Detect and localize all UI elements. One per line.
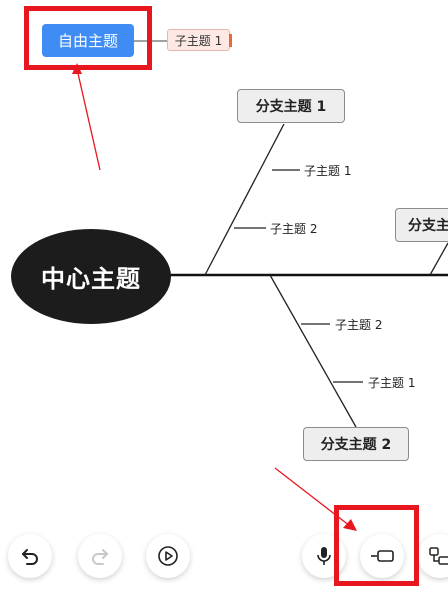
- play-icon: [158, 546, 178, 566]
- add-subtopic-icon: [429, 547, 448, 565]
- branch-2-subtopic-1[interactable]: 子主题 2: [335, 316, 382, 333]
- branch-topic-2[interactable]: 分支主题 2: [303, 427, 409, 461]
- branch-2-subtopic-2[interactable]: 子主题 1: [368, 374, 415, 391]
- undo-icon: [22, 549, 38, 565]
- free-topic-child-node[interactable]: 子主题 1: [167, 29, 232, 51]
- highlight-box-insert-topic: [334, 505, 419, 586]
- branch-1-subtopic-2[interactable]: 子主题 2: [270, 220, 317, 237]
- redo-icon: [92, 549, 108, 565]
- branch-topic-3[interactable]: 分支主: [395, 208, 448, 242]
- redo-button[interactable]: [78, 534, 122, 578]
- free-topic-child-label: 子主题 1: [174, 33, 223, 48]
- play-button[interactable]: [146, 534, 190, 578]
- free-topic-node[interactable]: 自由主题: [42, 24, 134, 57]
- branch-topic-1[interactable]: 分支主题 1: [237, 89, 345, 123]
- text-cursor: [229, 34, 232, 47]
- undo-button[interactable]: [8, 534, 52, 578]
- microphone-icon: [317, 547, 331, 565]
- mindmap-canvas[interactable]: 自由主题 子主题 1 中心主题 分支主题 1 子主题 1 子主题 2 分支主题 …: [0, 0, 448, 599]
- branch-1-subtopic-1[interactable]: 子主题 1: [304, 162, 351, 179]
- central-topic-node[interactable]: 中心主题: [11, 229, 171, 324]
